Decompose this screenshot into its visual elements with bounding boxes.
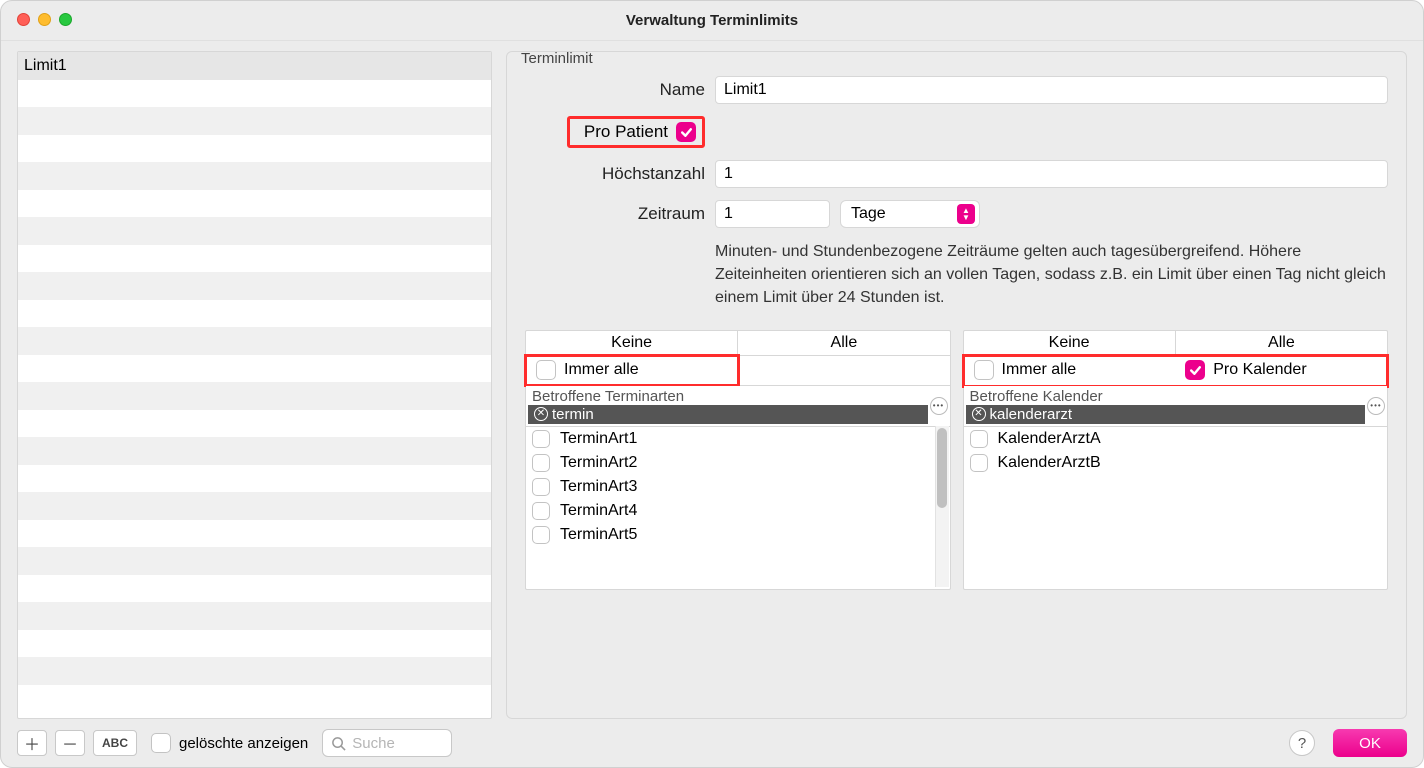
clear-icon[interactable]: ✕ — [972, 407, 986, 421]
content-area: Limit1 Terminlimit Name Pro Pa — [1, 41, 1423, 719]
filter-chip[interactable]: ✕ kalenderarzt — [966, 405, 1366, 424]
pro-kalender-label: Pro Kalender — [1213, 361, 1306, 379]
item-checkbox[interactable] — [532, 430, 550, 448]
search-placeholder: Suche — [352, 735, 395, 752]
abc-button[interactable]: ABC — [93, 730, 137, 756]
list-item[interactable]: TerminArt1 — [526, 427, 950, 451]
traffic-lights — [17, 13, 72, 26]
more-icon[interactable]: ••• — [930, 397, 948, 415]
scrollbar[interactable] — [935, 426, 949, 587]
show-deleted-checkbox[interactable] — [151, 733, 171, 753]
item-checkbox[interactable] — [532, 478, 550, 496]
pro-kalender-checkbox[interactable] — [1185, 360, 1205, 380]
immer-alle-label: Immer alle — [564, 361, 639, 379]
titlebar: Verwaltung Terminlimits — [1, 1, 1423, 41]
label-pro-patient: Pro Patient — [584, 122, 668, 142]
detail-area: Terminlimit Name Pro Patient — [492, 41, 1423, 719]
item-checkbox[interactable] — [970, 454, 988, 472]
immer-alle-label: Immer alle — [1002, 361, 1077, 379]
panel-header: Keine Alle — [526, 331, 950, 356]
filter-text: kalenderarzt — [990, 406, 1073, 423]
search-icon — [331, 736, 346, 751]
list-item[interactable]: TerminArt5 — [526, 523, 950, 547]
pro-patient-checkbox[interactable] — [676, 122, 696, 142]
filter-caption: Betroffene Kalender — [966, 388, 1103, 405]
ok-button[interactable]: OK — [1333, 729, 1407, 757]
immer-alle-checkbox[interactable] — [536, 360, 556, 380]
add-button[interactable]: ＋ — [17, 730, 47, 756]
more-icon[interactable]: ••• — [1367, 397, 1385, 415]
zeitraum-info-text: Minuten- und Stundenbezogene Zeiträume g… — [715, 240, 1388, 310]
kalender-opts-highlight: Immer alle Pro Kalender — [964, 356, 1388, 386]
item-checkbox[interactable] — [532, 526, 550, 544]
window: Verwaltung Terminlimits Limit1 Terminlim… — [0, 0, 1424, 768]
column-alle[interactable]: Alle — [1176, 331, 1387, 355]
label-hoechstanzahl: Höchstanzahl — [525, 164, 705, 184]
close-window-button[interactable] — [17, 13, 30, 26]
list-item[interactable]: KalenderArztA — [964, 427, 1388, 451]
list-item[interactable]: KalenderArztB — [964, 451, 1388, 475]
minimize-window-button[interactable] — [38, 13, 51, 26]
filter-caption: Betroffene Terminarten — [528, 388, 684, 405]
label-name: Name — [525, 80, 705, 100]
kalender-list[interactable]: KalenderArztA KalenderArztB — [964, 427, 1388, 589]
list-item[interactable] — [18, 80, 491, 108]
item-checkbox[interactable] — [970, 430, 988, 448]
maximize-window-button[interactable] — [59, 13, 72, 26]
list-item[interactable]: TerminArt3 — [526, 475, 950, 499]
name-field[interactable] — [715, 76, 1388, 104]
item-checkbox[interactable] — [532, 502, 550, 520]
limits-list[interactable]: Limit1 — [17, 51, 492, 719]
terminarten-list[interactable]: TerminArt1 TerminArt2 TerminArt3 TerminA… — [526, 427, 950, 589]
list-item[interactable]: TerminArt4 — [526, 499, 950, 523]
column-keine[interactable]: Keine — [526, 331, 738, 355]
immer-alle-highlight: Immer alle — [526, 356, 738, 385]
updown-icon: ▲▼ — [957, 204, 975, 224]
column-keine[interactable]: Keine — [964, 331, 1176, 355]
show-deleted-option[interactable]: gelöschte anzeigen — [151, 733, 308, 753]
show-deleted-label: gelöschte anzeigen — [179, 735, 308, 752]
remove-button[interactable]: － — [55, 730, 85, 756]
check-icon — [1189, 364, 1202, 377]
label-zeitraum: Zeitraum — [525, 204, 705, 224]
terminarten-panel: Keine Alle Immer alle Bet — [525, 330, 951, 590]
kalender-panel: Keine Alle Immer alle — [963, 330, 1389, 590]
panel-row: Keine Alle Immer alle Bet — [525, 330, 1388, 590]
hoechstanzahl-field[interactable] — [715, 160, 1388, 188]
scrollbar-thumb[interactable] — [937, 428, 947, 508]
pro-patient-highlight: Pro Patient — [567, 116, 705, 148]
terminlimit-group: Terminlimit Name Pro Patient — [506, 51, 1407, 719]
zeitraum-value-field[interactable] — [715, 200, 830, 228]
filter-chip[interactable]: ✕ termin — [528, 405, 928, 424]
list-item[interactable]: TerminArt2 — [526, 451, 950, 475]
column-alle[interactable]: Alle — [738, 331, 949, 355]
immer-alle-checkbox[interactable] — [974, 360, 994, 380]
item-checkbox[interactable] — [532, 454, 550, 472]
bottom-toolbar: ＋ － ABC gelöschte anzeigen Suche ? OK — [1, 719, 1423, 767]
check-icon — [680, 126, 693, 139]
panel-header: Keine Alle — [964, 331, 1388, 356]
help-button[interactable]: ? — [1289, 730, 1315, 756]
clear-icon[interactable]: ✕ — [534, 407, 548, 421]
filter-text: termin — [552, 406, 594, 423]
list-item[interactable]: Limit1 — [18, 52, 491, 80]
zeitraum-unit-select[interactable]: Tage ▲▼ — [840, 200, 980, 228]
window-title: Verwaltung Terminlimits — [1, 12, 1423, 29]
group-title: Terminlimit — [517, 50, 597, 67]
zeitraum-unit-value: Tage — [851, 205, 886, 223]
search-input[interactable]: Suche — [322, 729, 452, 757]
